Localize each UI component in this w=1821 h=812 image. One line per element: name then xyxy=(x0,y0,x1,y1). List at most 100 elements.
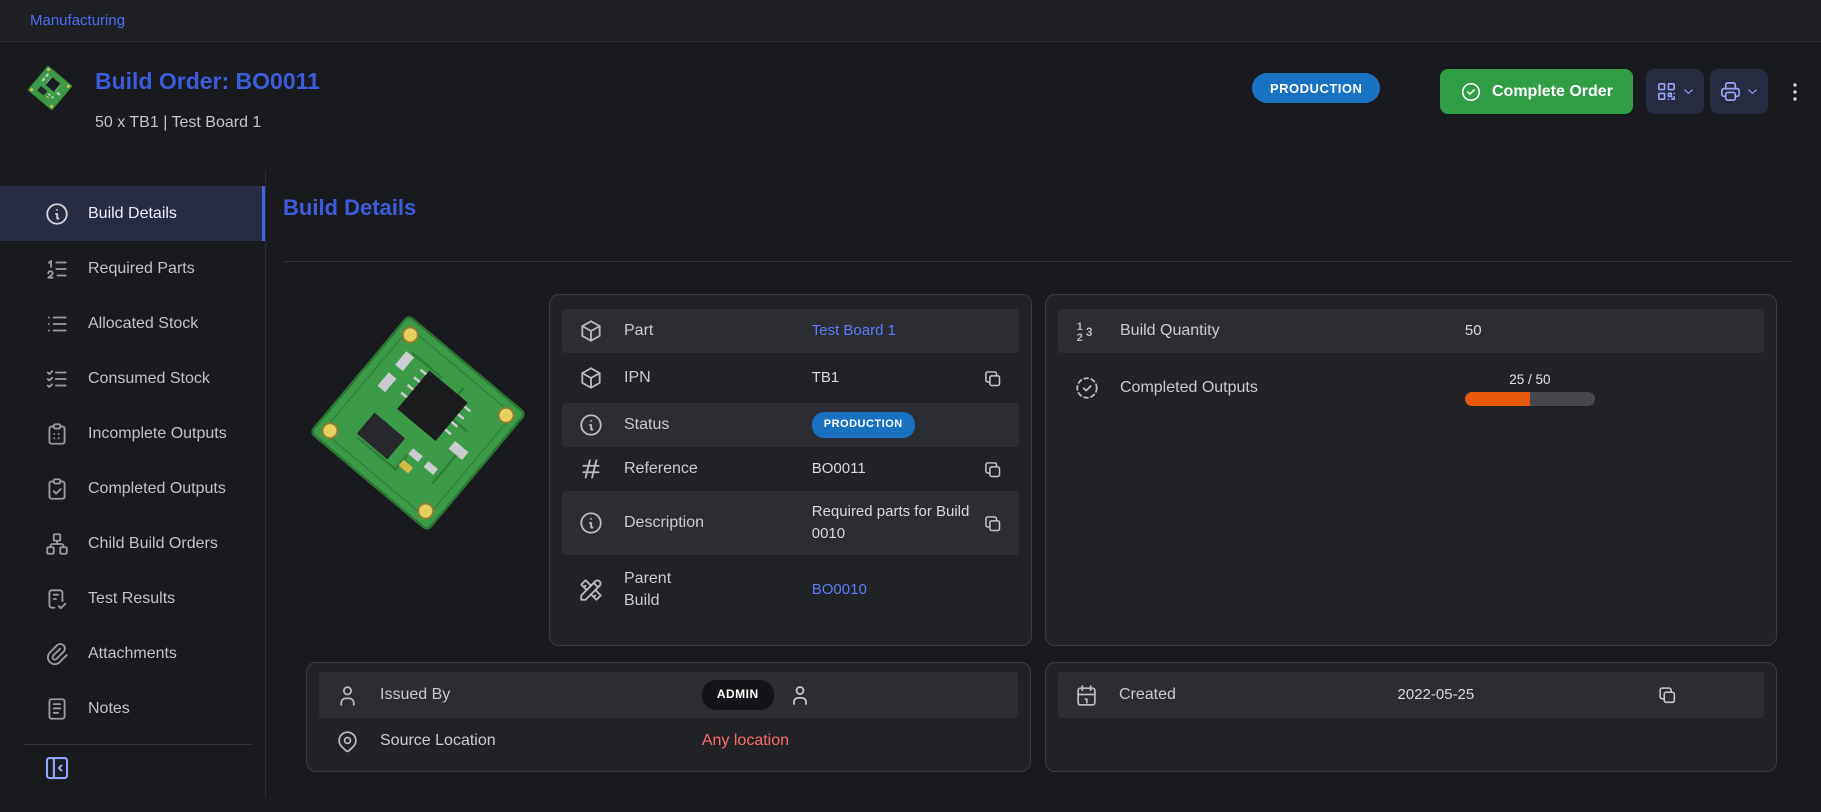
detail-row-reference: Reference BO0011 xyxy=(562,447,1019,491)
page-header: Build Order: BO0011 50 x TB1 | Test Boar… xyxy=(0,42,1821,170)
info-circle-icon xyxy=(578,412,604,438)
user-icon xyxy=(335,683,360,708)
copy-button[interactable] xyxy=(1656,684,1678,706)
copy-button[interactable] xyxy=(982,368,1003,389)
numbered-list-icon xyxy=(44,256,70,282)
clipboard-check-icon xyxy=(44,476,70,502)
progress-check-icon xyxy=(1074,375,1100,401)
sidebar-item-label: Test Results xyxy=(88,590,175,608)
part-image[interactable] xyxy=(293,298,543,548)
detail-label: Issued By xyxy=(380,684,450,706)
detail-label: Description xyxy=(624,512,704,534)
sidebar: Build Details Required Parts Allocated S… xyxy=(0,170,266,798)
tools-icon xyxy=(578,577,604,603)
sidebar-item-build-details[interactable]: Build Details xyxy=(0,186,265,241)
sidebar-divider xyxy=(24,744,252,745)
info-circle-icon xyxy=(578,510,604,536)
info-circle-icon xyxy=(44,201,70,227)
barcode-actions-button[interactable] xyxy=(1646,69,1704,114)
page-title: Build Order: BO0011 xyxy=(95,68,320,95)
detail-label: Source Location xyxy=(380,730,496,752)
sidebar-item-label: Required Parts xyxy=(88,260,195,278)
sidebar-item-attachments[interactable]: Attachments xyxy=(0,626,265,681)
sidebar-item-allocated-stock[interactable]: Allocated Stock xyxy=(0,296,265,351)
check-circle-icon xyxy=(1460,81,1482,103)
sidebar-item-notes[interactable]: Notes xyxy=(0,681,265,736)
detail-value: TB1 xyxy=(812,367,840,389)
build-quantity-card: Build Quantity 50 Completed Outputs 25 /… xyxy=(1045,294,1777,646)
sidebar-item-label: Completed Outputs xyxy=(88,480,226,498)
parent-build-link[interactable]: BO0010 xyxy=(812,579,867,601)
detail-label: Created xyxy=(1119,684,1176,706)
overflow-menu-button[interactable] xyxy=(1780,75,1810,109)
user-icon xyxy=(788,683,812,707)
panel-heading: Build Details xyxy=(283,195,416,221)
sidebar-item-incomplete-outputs[interactable]: Incomplete Outputs xyxy=(0,406,265,461)
sitemap-icon xyxy=(44,531,70,557)
copy-icon xyxy=(982,513,1003,534)
detail-value: 2022-05-25 xyxy=(1398,684,1475,706)
detail-value: Required parts for Build 0010 xyxy=(812,501,982,545)
print-actions-button[interactable] xyxy=(1710,69,1768,114)
sidebar-item-label: Consumed Stock xyxy=(88,370,210,388)
detail-row-parent-build: Parent Build BO0010 xyxy=(562,555,1019,625)
sidebar-item-label: Notes xyxy=(88,700,130,718)
panel-divider xyxy=(283,261,1793,262)
copy-button[interactable] xyxy=(982,513,1003,534)
progress-fill xyxy=(1465,392,1530,406)
part-thumbnail[interactable] xyxy=(24,62,76,114)
qrcode-icon xyxy=(1655,80,1678,103)
file-check-icon xyxy=(44,586,70,612)
sidebar-item-label: Child Build Orders xyxy=(88,535,218,553)
completed-outputs-progress: 25 / 50 xyxy=(1465,370,1595,407)
issue-card: Issued By ADMIN Source Location Any loca… xyxy=(306,662,1031,772)
pcb-thumbnail-image xyxy=(24,62,76,114)
sidebar-item-consumed-stock[interactable]: Consumed Stock xyxy=(0,351,265,406)
detail-label: Status xyxy=(624,414,669,436)
sidebar-collapse-button[interactable] xyxy=(42,753,72,783)
sidebar-item-completed-outputs[interactable]: Completed Outputs xyxy=(0,461,265,516)
detail-label: IPN xyxy=(624,367,651,389)
copy-button[interactable] xyxy=(982,459,1003,480)
map-pin-icon xyxy=(335,729,360,754)
chevron-down-icon xyxy=(1745,84,1760,99)
complete-order-button[interactable]: Complete Order xyxy=(1440,69,1633,114)
progress-label: 25 / 50 xyxy=(1509,370,1550,390)
dots-vertical-icon xyxy=(1783,80,1807,104)
detail-label: Build Quantity xyxy=(1120,320,1220,342)
sidebar-item-test-results[interactable]: Test Results xyxy=(0,571,265,626)
notebook-icon xyxy=(44,696,70,722)
list-icon xyxy=(44,311,70,337)
copy-icon xyxy=(1656,684,1678,706)
detail-row-status: Status PRODUCTION xyxy=(562,403,1019,447)
printer-icon xyxy=(1719,80,1742,103)
created-card: Created 2022-05-25 xyxy=(1045,662,1777,772)
paperclip-icon xyxy=(44,641,70,667)
detail-label: Completed Outputs xyxy=(1120,377,1258,399)
detail-value: 50 xyxy=(1465,320,1482,342)
part-link[interactable]: Test Board 1 xyxy=(812,320,896,342)
copy-icon xyxy=(982,459,1003,480)
detail-row-build-quantity: Build Quantity 50 xyxy=(1058,309,1764,353)
sidebar-item-label: Build Details xyxy=(88,205,177,223)
copy-icon xyxy=(982,368,1003,389)
calendar-icon xyxy=(1074,683,1099,708)
detail-row-ipn: IPN TB1 xyxy=(562,353,1019,403)
breadcrumb: Manufacturing xyxy=(0,0,1821,42)
box-icon xyxy=(578,318,604,344)
breadcrumb-link-manufacturing[interactable]: Manufacturing xyxy=(30,12,125,29)
detail-label: Part xyxy=(624,320,653,342)
progress-track xyxy=(1465,392,1595,406)
detail-row-source-location: Source Location Any location xyxy=(319,718,1018,764)
build-details-card: Part Test Board 1 IPN TB1 Status PRODUCT… xyxy=(549,294,1032,646)
sidebar-item-child-build-orders[interactable]: Child Build Orders xyxy=(0,516,265,571)
chevron-down-icon xyxy=(1681,84,1696,99)
issued-by-badge: ADMIN xyxy=(702,680,774,709)
detail-row-part: Part Test Board 1 xyxy=(562,309,1019,353)
build-order-page: Manufacturing Build Order: BO0011 50 x T… xyxy=(0,0,1821,812)
sidebar-item-required-parts[interactable]: Required Parts xyxy=(0,241,265,296)
sidebar-item-label: Incomplete Outputs xyxy=(88,425,227,443)
detail-value: BO0011 xyxy=(812,458,866,480)
hash-icon xyxy=(578,456,604,482)
numbers-123-icon xyxy=(1074,318,1100,344)
